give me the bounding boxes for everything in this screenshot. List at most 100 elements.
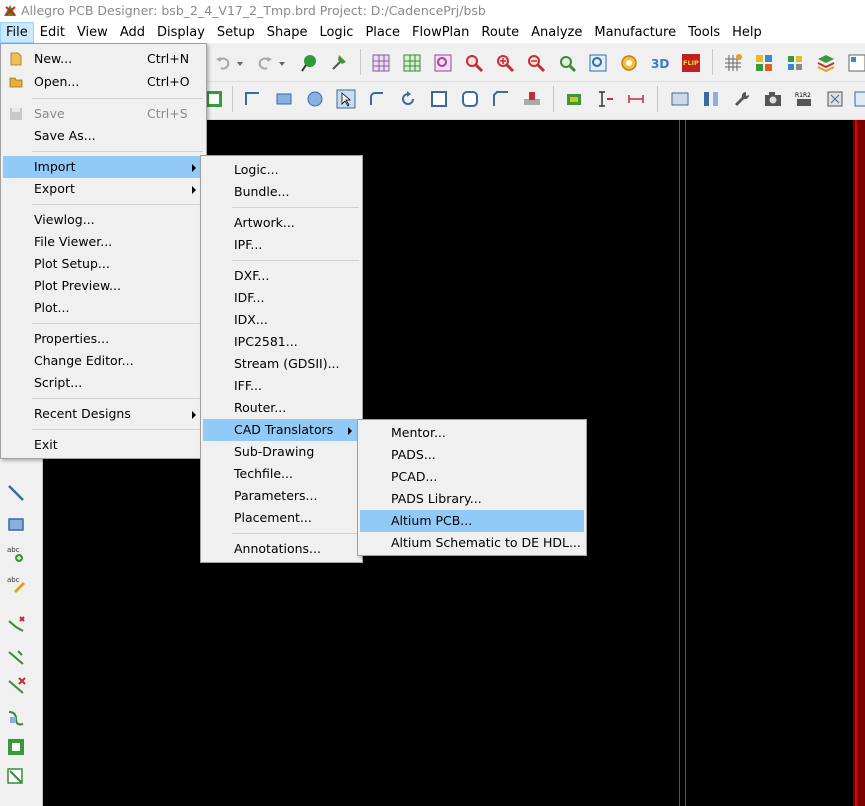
wrench-icon[interactable] (731, 88, 753, 110)
cad-altium-schematic[interactable]: Altium Schematic to DE HDL... (360, 532, 584, 554)
add-square-icon[interactable] (428, 88, 450, 110)
odb-export-icon[interactable] (669, 88, 691, 110)
import-logic[interactable]: Logic... (203, 159, 360, 181)
import-artwork[interactable]: Artwork... (203, 212, 360, 234)
file-menu-change-editor[interactable]: Change Editor... (3, 350, 204, 372)
cad-pads-library[interactable]: PADS Library... (360, 488, 584, 510)
delete-route-icon[interactable] (5, 675, 27, 697)
import-placement[interactable]: Placement... (203, 507, 360, 529)
add-rect-icon[interactable] (273, 88, 295, 110)
zoom-world-icon[interactable] (587, 52, 609, 74)
3d-view-icon[interactable]: 3D (649, 52, 671, 74)
layer-stack-icon[interactable] (815, 52, 837, 74)
import-ipf[interactable]: IPF... (203, 234, 360, 256)
zoom-points-icon[interactable] (463, 52, 485, 74)
edit-text-icon[interactable]: abc (5, 572, 27, 594)
import-annotations[interactable]: Annotations... (203, 538, 360, 560)
menu-setup[interactable]: Setup (211, 22, 261, 43)
import-iff[interactable]: IFF... (203, 375, 360, 397)
file-menu-plot-setup[interactable]: Plot Setup... (3, 253, 204, 275)
file-menu-plot-preview[interactable]: Plot Preview... (3, 275, 204, 297)
custom-smooth-icon[interactable] (5, 706, 27, 728)
file-menu-exit[interactable]: Exit (3, 434, 204, 456)
reference-designator-icon[interactable]: R1R2 (793, 88, 815, 110)
file-menu-plot[interactable]: Plot... (3, 297, 204, 319)
redraw-icon[interactable] (618, 52, 640, 74)
import-parameters[interactable]: Parameters... (203, 485, 360, 507)
menu-logic[interactable]: Logic (313, 22, 359, 43)
undo-icon[interactable] (212, 52, 234, 74)
add-rounded-rect-icon[interactable] (459, 88, 481, 110)
menu-flowplan[interactable]: FlowPlan (406, 22, 475, 43)
dimension-vertical-icon[interactable] (594, 88, 616, 110)
cad-altium-pcb[interactable]: Altium PCB... (360, 510, 584, 532)
file-menu-new[interactable]: New... Ctrl+N (3, 48, 204, 70)
more-toolbar-icon[interactable] (852, 88, 865, 110)
spread-between-voids-icon[interactable] (5, 766, 27, 788)
import-idf[interactable]: IDF... (203, 287, 360, 309)
cad-pads[interactable]: PADS... (360, 444, 584, 466)
file-menu-viewlog[interactable]: Viewlog... (3, 209, 204, 231)
grid-view-icon[interactable] (370, 52, 392, 74)
color-layers-icon[interactable] (753, 52, 775, 74)
undo-dropdown-icon[interactable] (234, 52, 246, 74)
menu-route[interactable]: Route (475, 22, 525, 43)
menu-analyze[interactable]: Analyze (525, 22, 588, 43)
pushpin-icon[interactable] (328, 52, 350, 74)
fanout-icon[interactable] (5, 736, 27, 758)
file-menu-save-as[interactable]: Save As... (3, 125, 204, 147)
menu-help[interactable]: Help (726, 22, 768, 43)
menu-display[interactable]: Display (151, 22, 211, 43)
redo-dropdown-icon[interactable] (276, 52, 288, 74)
menu-tools[interactable]: Tools (682, 22, 726, 43)
grid-toggle-icon[interactable] (722, 52, 744, 74)
rotate-icon[interactable] (397, 88, 419, 110)
file-menu-import[interactable]: Import (3, 156, 204, 178)
file-menu-script[interactable]: Script... (3, 372, 204, 394)
menu-shape[interactable]: Shape (261, 22, 314, 43)
export-board-icon[interactable] (824, 88, 846, 110)
shadow-mode-icon[interactable] (784, 52, 806, 74)
pin-green-icon[interactable] (298, 52, 320, 74)
import-idx[interactable]: IDX... (203, 309, 360, 331)
cad-pcad[interactable]: PCAD... (360, 466, 584, 488)
slide-icon[interactable] (5, 646, 27, 668)
add-line-icon[interactable] (242, 88, 264, 110)
add-connect-icon[interactable] (5, 614, 27, 636)
import-cad-translators[interactable]: CAD Translators (203, 419, 360, 441)
menu-view[interactable]: View (71, 22, 114, 43)
zoom-in-icon[interactable] (494, 52, 516, 74)
flip-board-icon[interactable]: FLIP (680, 52, 702, 74)
add-circle-icon[interactable] (304, 88, 326, 110)
import-router[interactable]: Router... (203, 397, 360, 419)
file-menu-export[interactable]: Export (3, 178, 204, 200)
import-ipc2581[interactable]: IPC2581... (203, 331, 360, 353)
component-icon[interactable] (563, 88, 585, 110)
camera-icon[interactable] (762, 88, 784, 110)
file-menu-properties[interactable]: Properties... (3, 328, 204, 350)
redo-icon[interactable] (254, 52, 276, 74)
import-dxf[interactable]: DXF... (203, 265, 360, 287)
delete-shape-icon[interactable] (521, 88, 543, 110)
dimension-horizontal-icon[interactable] (625, 88, 647, 110)
zoom-fit-grid-icon[interactable] (401, 52, 423, 74)
file-menu-recent-designs[interactable]: Recent Designs (3, 403, 204, 425)
import-stream-gdsii[interactable]: Stream (GDSII)... (203, 353, 360, 375)
menu-add[interactable]: Add (114, 22, 151, 43)
menu-file[interactable]: File (0, 22, 34, 43)
file-menu-file-viewer[interactable]: File Viewer... (3, 231, 204, 253)
file-menu-open[interactable]: Open... Ctrl+O (3, 71, 204, 93)
cad-mentor[interactable]: Mentor... (360, 422, 584, 444)
zoom-out-icon[interactable] (525, 52, 547, 74)
import-techfile[interactable]: Techfile... (203, 463, 360, 485)
flip-layers-icon[interactable] (700, 88, 722, 110)
add-arc-icon[interactable] (366, 88, 388, 110)
menu-manufacture[interactable]: Manufacture (588, 22, 682, 43)
visibility-panel-icon[interactable] (846, 52, 865, 74)
add-box-tool-icon[interactable] (5, 513, 27, 535)
import-bundle[interactable]: Bundle... (203, 181, 360, 203)
menu-place[interactable]: Place (359, 22, 406, 43)
file-menu-save[interactable]: Save Ctrl+S (3, 103, 204, 125)
add-text-icon[interactable]: abc (5, 542, 27, 564)
menu-edit[interactable]: Edit (34, 22, 71, 43)
